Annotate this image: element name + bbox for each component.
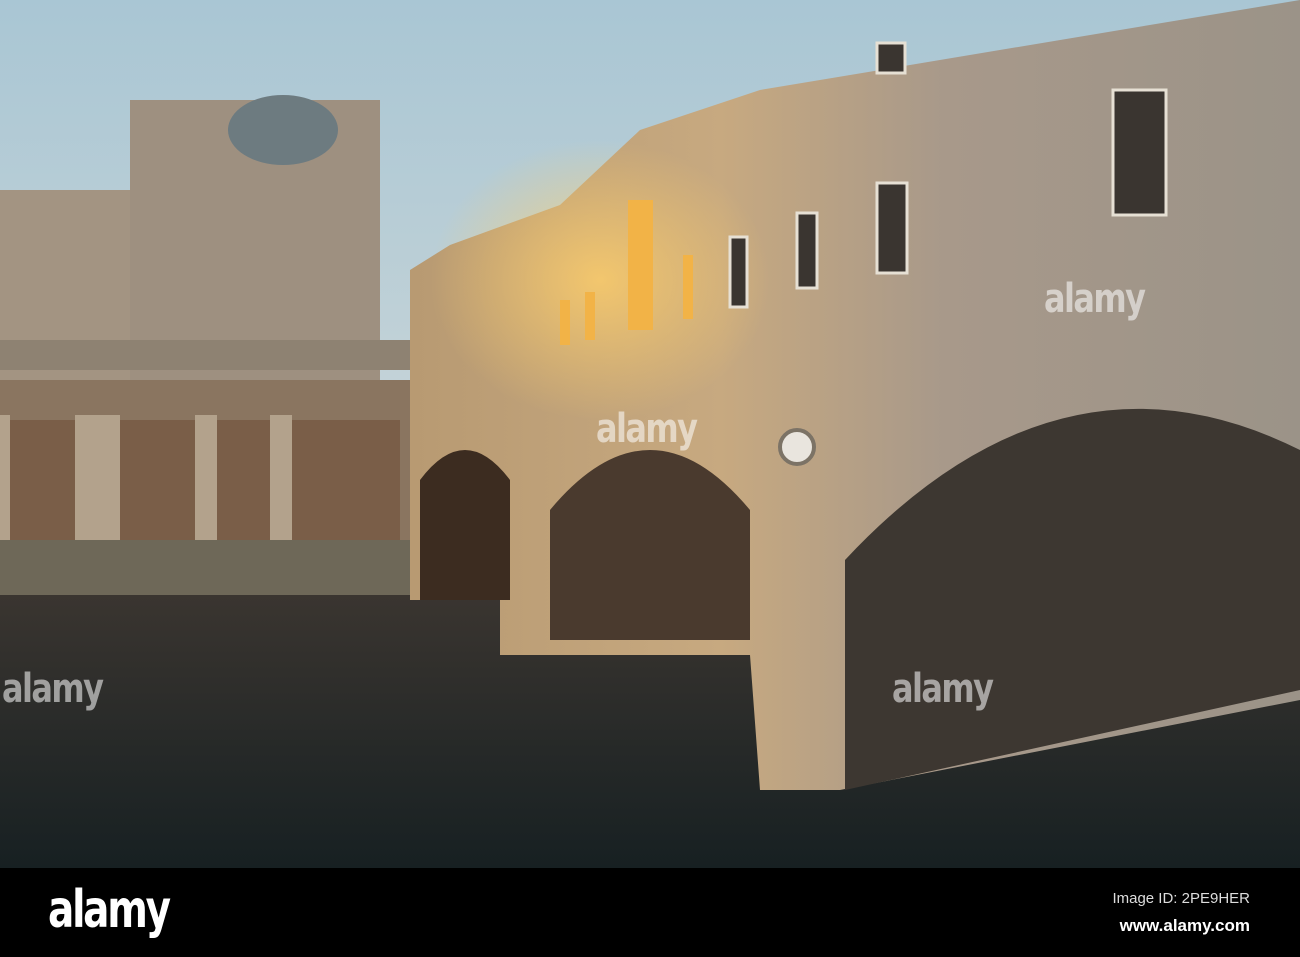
site-url: www.alamy.com	[1119, 916, 1250, 935]
alamy-logo: alamy	[48, 880, 171, 940]
watermark: alamy	[892, 666, 994, 712]
watermark: alamy	[1044, 276, 1146, 322]
watermark: alamy	[596, 406, 698, 452]
watermark: alamy	[2, 666, 104, 712]
image-id: Image ID: 2PE9HER	[1112, 890, 1250, 907]
footer-bar: alamy Image ID: 2PE9HER www.alamy.com	[0, 868, 1300, 957]
